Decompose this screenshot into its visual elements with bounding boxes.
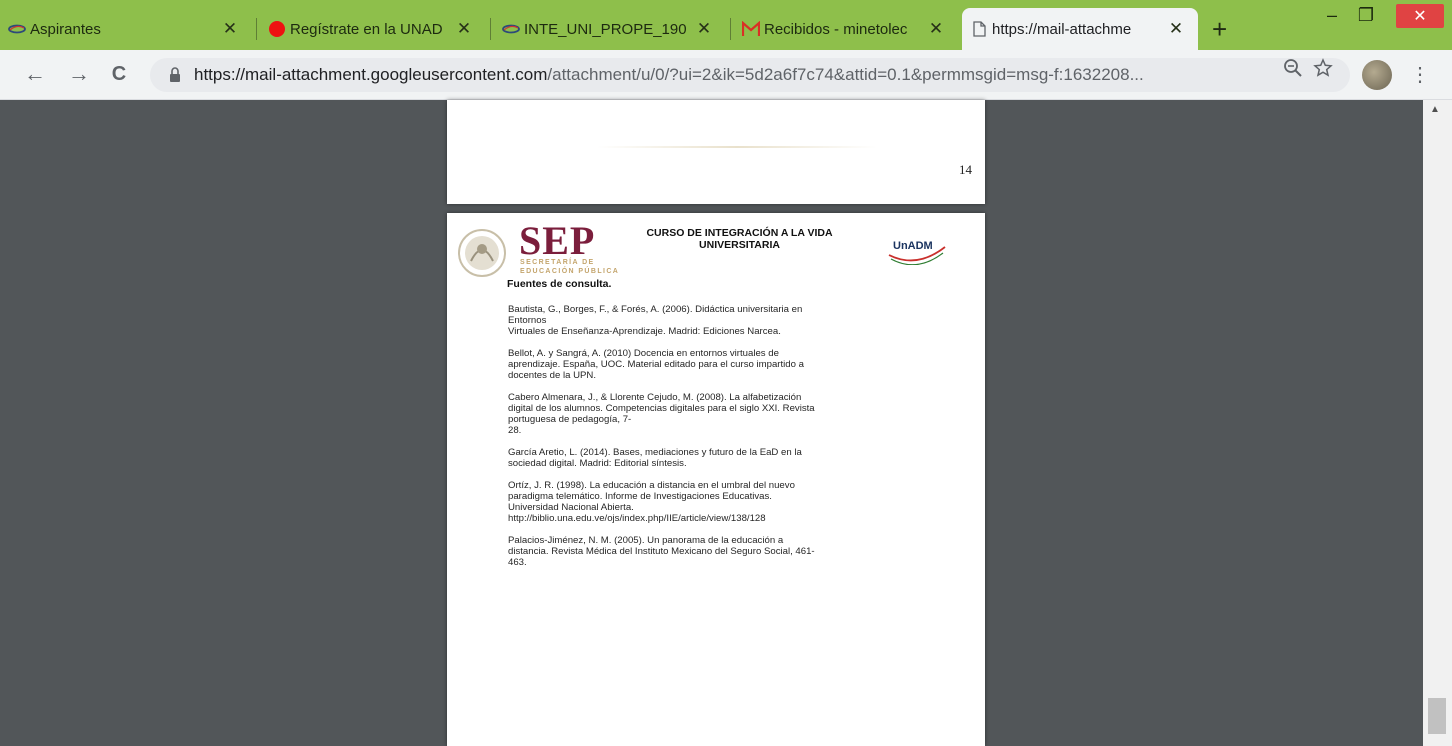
viewer-left-edge — [0, 100, 6, 746]
sep-subtitle-line: SECRETARÍA DE — [520, 259, 595, 266]
tab-label: Aspirantes — [30, 20, 101, 38]
reference-line: Palacios-Jiménez, N. M. (2005). Un panor… — [508, 535, 784, 546]
pdf-page-15: SEP SECRETARÍA DE EDUCACIÓN PÚBLICA CURS… — [447, 213, 985, 746]
reference-line: Ortíz, J. R. (1998). La educación a dist… — [508, 480, 795, 491]
close-window-button[interactable]: ✕ — [1396, 4, 1444, 28]
scroll-up-arrow-icon[interactable]: ▲ — [1430, 104, 1440, 115]
reference-line: Entornos — [508, 315, 547, 326]
magnifier-minus-icon[interactable] — [1283, 58, 1303, 78]
mexico-coat-of-arms-icon — [458, 229, 506, 277]
tab-registrate[interactable]: Regístrate en la UNAD ✕ — [260, 8, 486, 50]
unadm-logo: UnADM — [893, 240, 933, 252]
close-tab-icon[interactable]: ✕ — [454, 19, 474, 39]
maximize-button[interactable]: ❐ — [1352, 0, 1380, 30]
reference-line: sociedad digital. Madrid: Editorial sínt… — [508, 458, 687, 469]
tab-inte-uni-prope[interactable]: INTE_UNI_PROPE_190 ✕ — [494, 8, 726, 50]
reference-entry: Ortíz, J. R. (1998). La educación a dist… — [508, 480, 909, 524]
references-list: Bautista, G., Borges, F., & Forés, A. (2… — [508, 304, 909, 579]
unadm-favicon-icon — [8, 24, 26, 34]
tab-strip: Aspirantes ✕ Regístrate en la UNAD ✕ INT… — [0, 0, 1452, 50]
close-tab-icon[interactable]: ✕ — [926, 19, 946, 39]
lock-icon — [170, 67, 180, 82]
sep-subtitle: SECRETARÍA DE EDUCACIÓN PÚBLICA — [520, 258, 619, 276]
tab-label: Recibidos - minetolec — [764, 20, 908, 38]
reference-line: portuguesa de pedagogía, 7- — [508, 414, 632, 425]
sources-heading: Fuentes de consulta. — [507, 278, 612, 290]
sep-subtitle-line: EDUCACIÓN PÚBLICA — [520, 268, 620, 275]
browser-toolbar: ← → C https://mail-attachment.googleuser… — [0, 50, 1452, 100]
tab-separator — [490, 18, 491, 40]
star-icon[interactable] — [1313, 58, 1333, 78]
reference-entry: García Aretio, L. (2014). Bases, mediaci… — [508, 447, 909, 469]
gmail-favicon-icon — [742, 21, 760, 36]
reference-line: distancia. Revista Médica del Instituto … — [508, 546, 815, 557]
reference-line: Cabero Almenara, J., & Llorente Cejudo, … — [508, 392, 802, 403]
sep-logo: SEP — [519, 218, 596, 263]
tab-label: https://mail-attachme — [992, 20, 1132, 38]
course-title-line: CURSO DE INTEGRACIÓN A LA VIDA — [646, 227, 833, 239]
reference-line: http://biblio.una.edu.ve/ojs/index.php/I… — [508, 513, 766, 524]
reload-button[interactable]: C — [106, 62, 132, 86]
scrollbar-thumb[interactable] — [1428, 698, 1446, 734]
url-path: /attachment/u/0/?ui=2&ik=5d2a6f7c74&atti… — [547, 65, 1144, 84]
tab-separator — [730, 18, 731, 40]
tab-aspirantes[interactable]: Aspirantes ✕ — [0, 8, 252, 50]
reference-line: digital de los alumnos. Competencias dig… — [508, 403, 815, 414]
reference-line: paradigma telemático. Informe de Investi… — [508, 491, 772, 502]
new-tab-button[interactable]: + — [1212, 14, 1227, 45]
reference-line: docentes de la UPN. — [508, 370, 596, 381]
address-bar[interactable]: https://mail-attachment.googleuserconten… — [150, 58, 1350, 92]
reference-line: Universidad Nacional Abierta. — [508, 502, 634, 513]
vertical-scrollbar[interactable] — [1423, 100, 1452, 746]
browser-menu-button[interactable]: ⋮ — [1410, 62, 1430, 87]
close-tab-icon[interactable]: ✕ — [220, 19, 240, 39]
tab-mail-attachment[interactable]: https://mail-attachme ✕ — [962, 8, 1198, 50]
reference-entry: Bautista, G., Borges, F., & Forés, A. (2… — [508, 304, 909, 337]
minimize-button[interactable]: – — [1318, 0, 1346, 30]
forward-button[interactable]: → — [66, 62, 92, 86]
unadm-favicon-icon — [502, 24, 520, 34]
reference-entry: Cabero Almenara, J., & Llorente Cejudo, … — [508, 392, 909, 436]
document-icon — [973, 21, 986, 37]
red-circle-favicon-icon — [269, 21, 285, 37]
reference-line: Bellot, A. y Sangrá, A. (2010) Docencia … — [508, 348, 779, 359]
reference-line: aprendizaje. España, UOC. Material edita… — [508, 359, 804, 370]
back-button[interactable]: ← — [22, 62, 48, 86]
page-number: 14 — [959, 162, 972, 177]
course-title: CURSO DE INTEGRACIÓN A LA VIDA UNIVERSIT… — [637, 227, 842, 251]
url-host: https://mail-attachment.googleuserconten… — [194, 65, 548, 84]
reference-line: 28. — [508, 425, 522, 436]
reference-line: 463. — [508, 557, 527, 568]
course-title-line: UNIVERSITARIA — [699, 239, 780, 251]
pdf-page-14: 14 — [447, 100, 985, 204]
tab-label: INTE_UNI_PROPE_190 — [524, 20, 687, 38]
reference-line: Virtuales de Enseñanza-Aprendizaje. Madr… — [508, 326, 781, 337]
reference-entry: Bellot, A. y Sangrá, A. (2010) Docencia … — [508, 348, 909, 381]
close-tab-icon[interactable]: ✕ — [694, 19, 714, 39]
tab-recibidos[interactable]: Recibidos - minetolec ✕ — [734, 8, 958, 50]
page-footer-rule — [597, 146, 877, 148]
reference-entry: Palacios-Jiménez, N. M. (2005). Un panor… — [508, 535, 909, 568]
tab-label: Regístrate en la UNAD — [290, 20, 443, 38]
tab-separator — [256, 18, 257, 40]
profile-avatar[interactable] — [1362, 60, 1392, 90]
close-tab-icon[interactable]: ✕ — [1166, 19, 1186, 39]
reference-line: Bautista, G., Borges, F., & Forés, A. (2… — [508, 304, 803, 315]
reference-line: García Aretio, L. (2014). Bases, mediaci… — [508, 447, 802, 458]
